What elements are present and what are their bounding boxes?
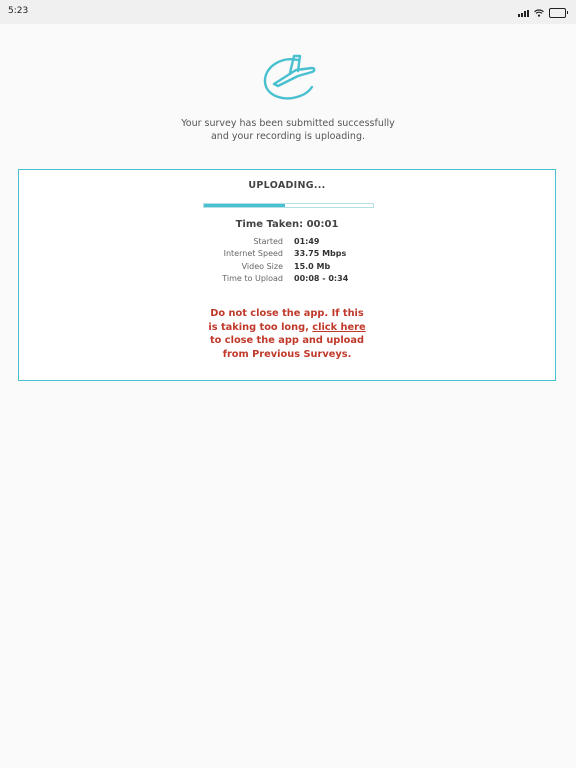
- stat-row-started: Started 01:49: [169, 236, 429, 248]
- stat-row-internet-speed: Internet Speed 33.75 Mbps: [169, 248, 429, 260]
- upload-title: UPLOADING...: [248, 180, 326, 191]
- success-message-line-1: Your survey has been submitted successfu…: [181, 118, 395, 129]
- stat-value: 33.75 Mbps: [294, 249, 347, 259]
- status-bar: 5:23: [0, 0, 576, 24]
- stat-value: 15.0 Mb: [294, 261, 331, 271]
- warning-line-2: is taking too long, click here: [169, 321, 405, 335]
- success-message: Your survey has been submitted successfu…: [138, 117, 438, 143]
- stat-label: Time to Upload: [222, 273, 283, 283]
- upload-progress-bar: [203, 203, 374, 208]
- stat-label: Video Size: [241, 261, 283, 271]
- stat-row-time-to-upload: Time to Upload 00:08 - 0:34: [169, 273, 429, 285]
- upload-stats: Started 01:49 Internet Speed 33.75 Mbps …: [169, 236, 429, 285]
- time-taken: Time Taken: 00:01: [235, 219, 339, 230]
- status-time: 5:23: [8, 6, 29, 16]
- cellular-signal-icon: [518, 9, 529, 17]
- success-message-line-2: and your recording is uploading.: [210, 131, 365, 142]
- warning-line-1: Do not close the app. If this: [210, 308, 364, 319]
- plane-swoosh-logo: [263, 54, 316, 100]
- stat-value: 00:08 - 0:34: [294, 273, 349, 283]
- stat-row-video-size: Video Size 15.0 Mb: [169, 261, 429, 273]
- stat-label: Internet Speed: [223, 249, 283, 259]
- wifi-icon: [534, 9, 544, 17]
- stat-value: 01:49: [294, 237, 320, 246]
- warning-line-2-text: is taking too long,: [208, 321, 313, 333]
- stat-label: Started: [253, 237, 283, 246]
- close-app-warning: Do not close the app. If this is taking …: [169, 307, 405, 361]
- battery-icon: [549, 8, 568, 18]
- warning-line-3: to close the app and upload: [209, 335, 365, 346]
- upload-status-card: UPLOADING... Time Taken: 00:01 Started 0…: [18, 169, 556, 381]
- click-here-link[interactable]: click here: [312, 322, 365, 333]
- warning-line-4: from Previous Surveys.: [222, 348, 352, 360]
- status-icons: [518, 8, 568, 18]
- upload-progress-fill: [204, 204, 286, 207]
